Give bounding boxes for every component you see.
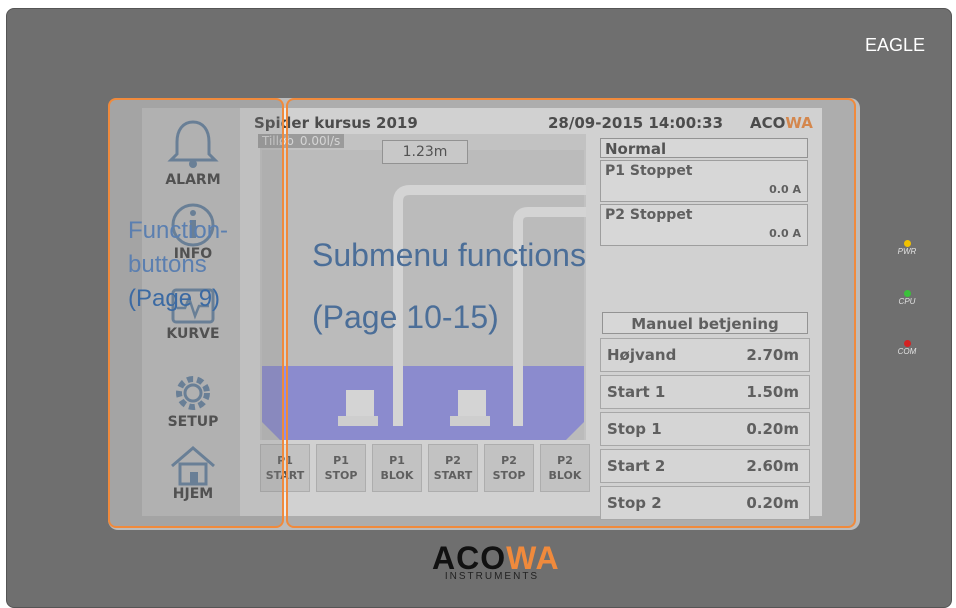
annotation-left-line1: Function- <box>128 217 229 244</box>
status-leds: PWR CPU COM <box>892 240 922 390</box>
logo-subtitle: INSTRUMENTS <box>444 571 540 582</box>
acowa-instruments-logo: ACOWA INSTRUMENTS <box>432 540 559 582</box>
submenu-functions-annotation: Submenu functions (Page 10-15) <box>312 224 586 348</box>
annotation-right-line1: Submenu functions <box>312 237 586 273</box>
device-brand: EAGLE <box>864 35 925 55</box>
led-com-dot <box>903 340 911 347</box>
annotation-right-line2: (Page 10-15) <box>312 299 499 335</box>
function-buttons-annotation: Function- buttons (Page 9) <box>128 214 228 316</box>
led-pwr-label: PWR <box>897 247 917 256</box>
led-pwr: PWR <box>892 240 922 256</box>
led-cpu-label: CPU <box>898 297 916 306</box>
annotation-left-line2: buttons <box>128 251 207 278</box>
annotation-left-line3: (Page 9) <box>128 285 221 312</box>
led-com: COM <box>892 340 922 356</box>
led-cpu-dot <box>903 290 911 297</box>
led-com-label: COM <box>897 347 917 356</box>
led-cpu: CPU <box>892 290 922 306</box>
led-pwr-dot <box>903 240 911 247</box>
